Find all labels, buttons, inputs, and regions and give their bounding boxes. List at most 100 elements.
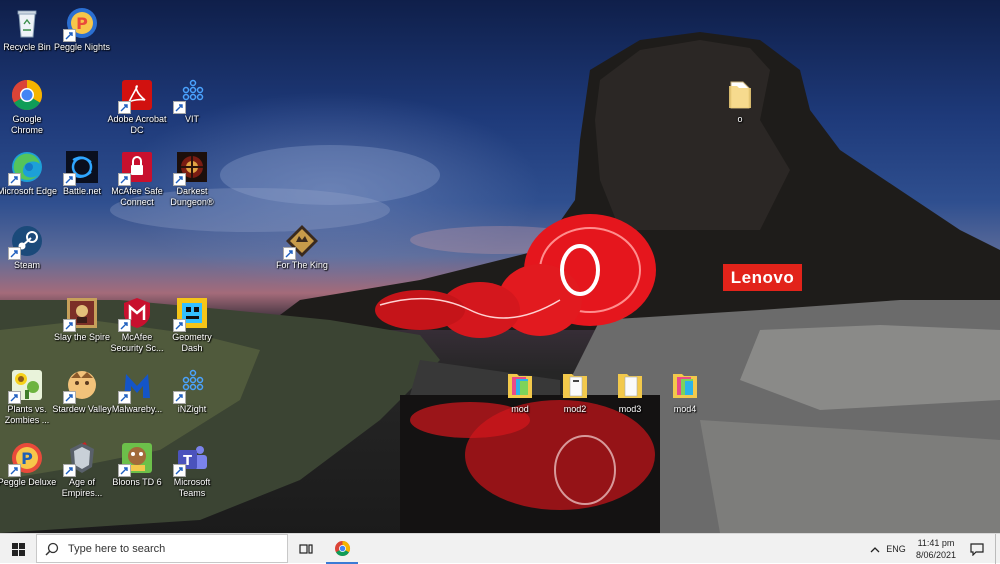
search-placeholder: Type here to search (68, 542, 166, 555)
desktop-icon-mcafee-security[interactable]: McAfee Security Sc... (106, 296, 168, 354)
desktop-icon-age-of-empires[interactable]: Age of Empires... (51, 441, 113, 499)
lenovo-logo: Lenovo (723, 264, 802, 291)
shortcut-arrow-icon (173, 173, 186, 186)
folder-colorful-icon (503, 368, 537, 402)
desktop-icon-malwarebytes[interactable]: Malwareby... (106, 368, 168, 415)
desktop-icon-steam[interactable]: Steam (0, 224, 58, 271)
desktop-icon-label: Age of Empires... (61, 477, 103, 498)
desktop-icon-peggle-deluxe[interactable]: P Peggle Deluxe (0, 441, 58, 488)
show-hidden-icons-button[interactable] (866, 534, 884, 564)
desktop-icon-adobe-acrobat[interactable]: Adobe Acrobat DC (106, 78, 168, 136)
taskbar-chrome-button[interactable] (326, 534, 358, 564)
desktop-folder-o[interactable]: o (709, 78, 771, 125)
desktop-icon-recycle-bin[interactable]: Recycle Bin (0, 6, 58, 53)
desktop-folder-mod[interactable]: mod (489, 368, 551, 415)
recycle-bin-icon (10, 6, 44, 40)
desktop-icon-label: iNZight (177, 404, 207, 414)
desktop-icon-label: Recycle Bin (3, 42, 51, 52)
start-button[interactable] (0, 534, 36, 564)
desktop-icon-geometry-dash[interactable]: Geometry Dash (161, 296, 223, 354)
folder-icon (558, 368, 592, 402)
shortcut-arrow-icon (63, 173, 76, 186)
chevron-up-icon (870, 546, 880, 552)
desktop-icon-peggle-nights[interactable]: P Peggle Nights (51, 6, 113, 53)
for-the-king-icon (283, 224, 319, 260)
chrome-icon (334, 540, 350, 556)
desktop-folder-mod3[interactable]: mod3 (599, 368, 661, 415)
notification-icon (970, 542, 984, 556)
show-desktop-button[interactable] (995, 534, 1000, 564)
shortcut-arrow-icon (8, 391, 21, 404)
teams-icon: T (173, 441, 209, 477)
desktop-icon-label: mod (511, 404, 529, 414)
dots-icon (173, 368, 209, 404)
clock-time: 11:41 pm (917, 538, 955, 548)
desktop-icon-label: mod4 (673, 404, 697, 414)
desktop-icon-mcafee-safe-connect[interactable]: McAfee Safe Connect (106, 150, 168, 208)
shortcut-arrow-icon (63, 319, 76, 332)
shortcut-arrow-icon (8, 464, 21, 477)
task-view-button[interactable] (295, 534, 317, 564)
desktop-icon-label: McAfee Security Sc... (110, 332, 164, 353)
desktop-icon-label: Microsoft Teams (173, 477, 211, 498)
geometry-dash-icon (173, 296, 209, 332)
desktop-folder-mod4[interactable]: mod4 (654, 368, 716, 415)
desktop-icon-vit[interactable]: VIT (161, 78, 223, 125)
age-of-empires-icon (63, 441, 99, 477)
windows-logo-icon (11, 542, 25, 556)
desktop-icon-darkest-dungeon[interactable]: Darkest Dungeon® (161, 150, 223, 208)
shortcut-arrow-icon (173, 391, 186, 404)
desktop-icon-plants-vs-zombies[interactable]: Plants vs. Zombies ... (0, 368, 58, 426)
shortcut-arrow-icon (63, 391, 76, 404)
input-language-indicator[interactable]: ENG (884, 534, 908, 564)
shortcut-arrow-icon (118, 319, 131, 332)
desktop-icon-label: Bloons TD 6 (112, 477, 162, 487)
desktop-icon-label: Darkest Dungeon® (170, 186, 214, 207)
desktop-icon-battle-net[interactable]: Battle.net (51, 150, 113, 197)
desktop-icon-label: VIT (184, 114, 199, 124)
desktop-icon-microsoft-teams[interactable]: T Microsoft Teams (161, 441, 223, 499)
desktop-icon-label: Stardew Valley (52, 404, 112, 414)
task-view-icon (299, 544, 313, 554)
folder-icon (613, 368, 647, 402)
mcafee-lock-icon (118, 150, 154, 186)
desktop[interactable]: Lenovo Recycle Bin Google Chrome Microso… (0, 0, 1000, 533)
desktop-icon-google-chrome[interactable]: Google Chrome (0, 78, 58, 136)
taskbar-clock[interactable]: 11:41 pm 8/06/2021 (908, 537, 964, 563)
desktop-icon-label: Battle.net (62, 186, 102, 196)
shortcut-arrow-icon (118, 464, 131, 477)
shortcut-arrow-icon (118, 101, 131, 114)
taskbar-search-box[interactable]: Type here to search (36, 534, 288, 563)
clock-date: 8/06/2021 (915, 550, 957, 560)
desktop-folder-mod2[interactable]: mod2 (544, 368, 606, 415)
desktop-icon-stardew-valley[interactable]: Stardew Valley (51, 368, 113, 415)
shortcut-arrow-icon (8, 173, 21, 186)
peggle-icon: P (63, 6, 99, 42)
desktop-icon-for-the-king[interactable]: For The King (271, 224, 333, 271)
shortcut-arrow-icon (173, 101, 186, 114)
desktop-icon-slay-the-spire[interactable]: Slay the Spire (51, 296, 113, 343)
desktop-icon-label: Microsoft Edge (0, 186, 58, 196)
chrome-icon (10, 78, 44, 112)
shortcut-arrow-icon (63, 464, 76, 477)
desktop-icon-inzight[interactable]: iNZight (161, 368, 223, 415)
desktop-icon-label: mod3 (618, 404, 642, 414)
stardew-icon (63, 368, 99, 404)
action-center-button[interactable] (964, 534, 990, 564)
steam-icon (8, 224, 44, 260)
darkest-dungeon-icon (173, 150, 209, 186)
battlenet-icon (63, 150, 99, 186)
shortcut-arrow-icon (8, 247, 21, 260)
desktop-icon-label: Peggle Nights (53, 42, 111, 52)
desktop-icon-microsoft-edge[interactable]: Microsoft Edge (0, 150, 58, 197)
svg-text:P: P (21, 449, 33, 468)
bloons-icon (118, 441, 154, 477)
folder-icon (723, 78, 757, 112)
taskbar: Type here to search ENG 11:41 pm 8/06/20… (0, 533, 1000, 564)
slay-the-spire-icon (63, 296, 99, 332)
peggle-icon: P (8, 441, 44, 477)
svg-text:P: P (76, 14, 88, 33)
desktop-icon-bloons-td-6[interactable]: Bloons TD 6 (106, 441, 168, 488)
desktop-icon-label: Google Chrome (10, 114, 43, 135)
desktop-icon-label: For The King (276, 260, 328, 270)
